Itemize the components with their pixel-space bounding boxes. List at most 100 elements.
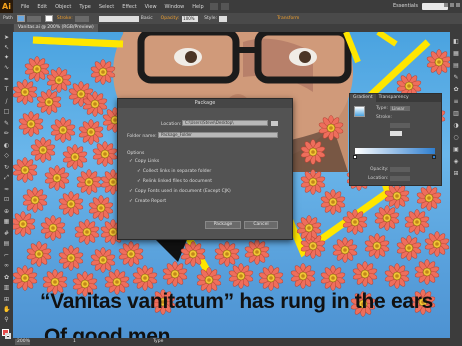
workspace-switcher[interactable]: Essentials [393, 3, 418, 9]
artboards-panel-icon[interactable]: ⊞ [452, 170, 460, 177]
shape-builder-tool-icon[interactable]: ⊕ [3, 208, 10, 215]
app-bar-icons [209, 3, 229, 10]
blend-tool-icon[interactable]: ∞ [3, 262, 10, 269]
collect-links-checkbox[interactable]: ✓ Collect links in separate folder [137, 169, 211, 174]
close-icon[interactable] [456, 3, 460, 7]
location-field[interactable]: C:\Users\Steve\Desktop\ [182, 120, 268, 126]
graphic-style-swatch[interactable] [219, 15, 227, 22]
transform-label[interactable]: Transform [277, 16, 299, 21]
gradient-angle-field[interactable] [390, 123, 410, 128]
symbol-sprayer-tool-icon[interactable]: ✿ [3, 274, 10, 281]
artboard-tool-icon[interactable]: ⊞ [3, 296, 10, 303]
zoom-level-field[interactable]: 200% [15, 339, 30, 345]
brush-style-label[interactable]: Basic [141, 16, 153, 21]
magic-wand-tool-icon[interactable]: ✦ [3, 54, 10, 61]
eraser-tool-icon[interactable]: ◇ [3, 152, 10, 159]
tab-transparency[interactable]: Transparency [376, 94, 412, 102]
appearance-panel-icon[interactable]: ○ [452, 134, 460, 141]
location-label: Location: [161, 122, 182, 127]
artboard-number[interactable]: 1 [73, 338, 76, 346]
gradient-opacity-field[interactable] [390, 167, 410, 172]
copy-links-checkbox[interactable]: ✓ Copy Links [129, 159, 159, 164]
type-tool-icon[interactable]: T [3, 86, 10, 93]
layers-panel-icon[interactable]: ◈ [452, 158, 460, 165]
tab-gradient[interactable]: Gradient [350, 94, 376, 102]
folder-browse-icon[interactable] [271, 121, 278, 126]
package-button[interactable]: Package [205, 221, 241, 229]
menu-object[interactable]: Object [55, 4, 71, 10]
cancel-button[interactable]: Cancel [244, 221, 278, 229]
checkmark-icon: ✓ [129, 159, 133, 164]
selection-tool-icon[interactable]: ➤ [3, 34, 10, 41]
folder-name-label: Folder name: [127, 134, 157, 139]
lasso-tool-icon[interactable]: ∿ [3, 64, 10, 71]
dialog-title: Package [118, 99, 292, 108]
direct-selection-tool-icon[interactable]: ↖ [3, 44, 10, 51]
graphic-styles-icon[interactable]: ▣ [452, 146, 460, 153]
gradient-panel-tabs: Gradient Transparency [350, 94, 441, 102]
transparency-panel-icon[interactable]: ◑ [452, 122, 460, 129]
opacity-label[interactable]: Opacity: [161, 16, 180, 21]
pen-tool-icon[interactable]: ✒ [3, 76, 10, 83]
stroke-color-icon[interactable] [5, 333, 11, 339]
paintbrush-tool-icon[interactable]: ✎ [3, 120, 10, 127]
artwork-text-line1: “Vanitas vanitatum” has rung in the ears [40, 290, 433, 313]
gradient-type-select[interactable]: Linear [390, 106, 410, 111]
color-panel-icon[interactable]: ◧ [452, 38, 460, 45]
eyedropper-tool-icon[interactable]: ⌐ [3, 252, 10, 259]
menu-window[interactable]: Window [165, 4, 185, 10]
gradient-location-field[interactable] [390, 176, 410, 181]
zoom-tool-icon[interactable]: ⚲ [3, 316, 10, 323]
menu-edit[interactable]: Edit [37, 4, 47, 10]
line-tool-icon[interactable]: / [3, 98, 10, 105]
stroke-swatch[interactable] [44, 15, 53, 22]
document-tab-bar: Vanitas.ai @ 200% (RGB/Preview) [13, 24, 450, 32]
menu-help[interactable]: Help [192, 4, 203, 10]
gradient-panel: Gradient Transparency Type: Linear Strok… [349, 93, 442, 186]
perspective-grid-tool-icon[interactable]: ▦ [3, 218, 10, 225]
rectangle-tool-icon[interactable]: □ [3, 108, 10, 115]
symbols-panel-icon[interactable]: ✿ [452, 86, 460, 93]
gradient-ramp[interactable] [355, 148, 435, 154]
free-transform-tool-icon[interactable]: ⊡ [3, 196, 10, 203]
bridge-icon[interactable] [209, 3, 218, 10]
gradient-preview-swatch[interactable] [354, 106, 365, 117]
width-tool-icon[interactable]: ≈ [3, 186, 10, 193]
menu-select[interactable]: Select [99, 4, 114, 10]
arrange-documents-icon[interactable] [220, 3, 229, 10]
graph-tool-icon[interactable]: ▥ [3, 284, 10, 291]
menu-file[interactable]: File [21, 4, 29, 10]
menu-type[interactable]: Type [79, 4, 90, 10]
gradient-panel-icon[interactable]: ▥ [452, 110, 460, 117]
create-report-checkbox[interactable]: ✓ Create Report [129, 199, 166, 204]
stroke-profile[interactable] [98, 15, 139, 22]
copy-fonts-checkbox[interactable]: ✓ Copy Fonts used in document (Except CJK… [129, 189, 231, 194]
stroke-label[interactable]: Stroke: [57, 16, 73, 21]
rotate-tool-icon[interactable]: ↻ [3, 164, 10, 171]
brushes-panel-icon[interactable]: ✎ [452, 74, 460, 81]
scale-tool-icon[interactable]: ⤢ [3, 174, 10, 181]
stroke-weight-field[interactable] [74, 15, 89, 22]
hand-tool-icon[interactable]: ✋ [3, 306, 10, 313]
menu-view[interactable]: View [145, 4, 157, 10]
relink-files-checkbox[interactable]: ✓ Relink linked files to document [137, 179, 212, 184]
gradient-stop-end[interactable] [432, 155, 436, 159]
blob-brush-tool-icon[interactable]: ◐ [3, 142, 10, 149]
opacity-field[interactable]: 100% [182, 15, 199, 22]
fill-dropdown[interactable] [26, 15, 41, 22]
maximize-icon[interactable] [450, 3, 454, 7]
gradient-aspect-field[interactable] [390, 131, 402, 136]
color-guide-icon[interactable]: ▦ [452, 50, 460, 57]
stroke-panel-icon[interactable]: ≡ [452, 98, 460, 105]
folder-name-field[interactable]: Package_Folder [158, 132, 278, 138]
swatches-panel-icon[interactable]: ▤ [452, 62, 460, 69]
document-tab[interactable]: Vanitas.ai @ 200% (RGB/Preview) [14, 24, 98, 32]
gradient-tool-icon[interactable]: ▤ [3, 240, 10, 247]
menu-effect[interactable]: Effect [122, 4, 136, 10]
illustrator-window: Ai File Edit Object Type Select Effect V… [0, 0, 462, 346]
fill-swatch[interactable] [16, 15, 25, 22]
pencil-tool-icon[interactable]: ✏ [3, 130, 10, 137]
mesh-tool-icon[interactable]: # [3, 230, 10, 237]
gradient-stop-start[interactable] [353, 155, 357, 159]
minimize-icon[interactable] [444, 3, 448, 7]
